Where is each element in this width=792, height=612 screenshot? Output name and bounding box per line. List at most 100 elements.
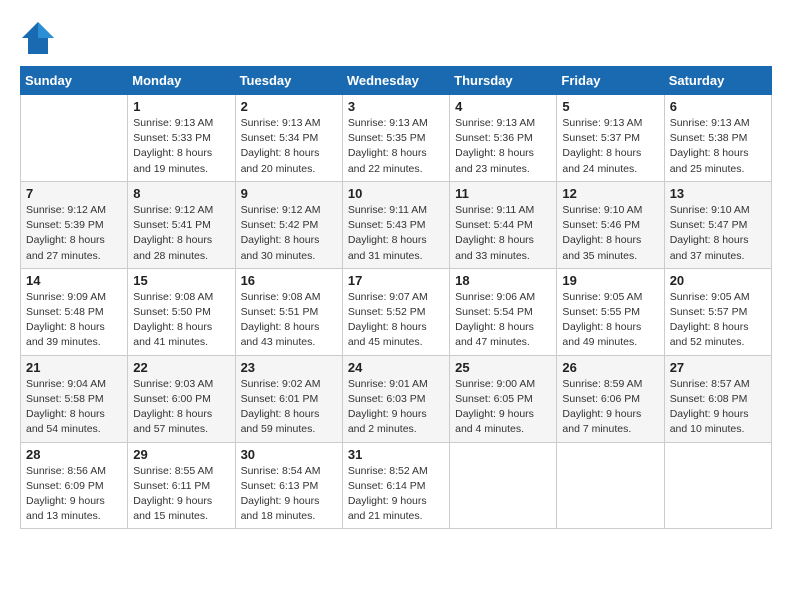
day-number: 16 <box>241 273 337 288</box>
day-number: 20 <box>670 273 766 288</box>
calendar-cell: 13 Sunrise: 9:10 AM Sunset: 5:47 PM Dayli… <box>664 181 771 268</box>
day-number: 18 <box>455 273 551 288</box>
day-info: Sunrise: 9:08 AM Sunset: 5:51 PM Dayligh… <box>241 290 337 351</box>
day-number: 7 <box>26 186 122 201</box>
calendar-cell <box>664 442 771 529</box>
week-row-4: 21 Sunrise: 9:04 AM Sunset: 5:58 PM Dayli… <box>21 355 772 442</box>
day-number: 15 <box>133 273 229 288</box>
weekday-header-saturday: Saturday <box>664 67 771 95</box>
day-info: Sunrise: 9:06 AM Sunset: 5:54 PM Dayligh… <box>455 290 551 351</box>
calendar-table: SundayMondayTuesdayWednesdayThursdayFrid… <box>20 66 772 529</box>
calendar-cell: 21 Sunrise: 9:04 AM Sunset: 5:58 PM Dayli… <box>21 355 128 442</box>
calendar-cell: 24 Sunrise: 9:01 AM Sunset: 6:03 PM Dayli… <box>342 355 449 442</box>
day-info: Sunrise: 9:10 AM Sunset: 5:46 PM Dayligh… <box>562 203 658 264</box>
header-row: SundayMondayTuesdayWednesdayThursdayFrid… <box>21 67 772 95</box>
day-info: Sunrise: 9:13 AM Sunset: 5:33 PM Dayligh… <box>133 116 229 177</box>
day-info: Sunrise: 8:54 AM Sunset: 6:13 PM Dayligh… <box>241 464 337 525</box>
day-info: Sunrise: 9:07 AM Sunset: 5:52 PM Dayligh… <box>348 290 444 351</box>
calendar-cell <box>557 442 664 529</box>
calendar-cell: 5Sunrise: 9:13 AM Sunset: 5:37 PM Daylig… <box>557 95 664 182</box>
header <box>20 20 772 56</box>
day-info: Sunrise: 9:12 AM Sunset: 5:42 PM Dayligh… <box>241 203 337 264</box>
day-number: 10 <box>348 186 444 201</box>
calendar-cell: 30 Sunrise: 8:54 AM Sunset: 6:13 PM Dayli… <box>235 442 342 529</box>
calendar-cell: 8 Sunrise: 9:12 AM Sunset: 5:41 PM Daylig… <box>128 181 235 268</box>
day-number: 12 <box>562 186 658 201</box>
day-info: Sunrise: 9:13 AM Sunset: 5:38 PM Dayligh… <box>670 116 766 177</box>
calendar-cell: 11 Sunrise: 9:11 AM Sunset: 5:44 PM Dayli… <box>450 181 557 268</box>
calendar-cell: 16 Sunrise: 9:08 AM Sunset: 5:51 PM Dayli… <box>235 268 342 355</box>
day-number: 24 <box>348 360 444 375</box>
calendar-cell: 1 Sunrise: 9:13 AM Sunset: 5:33 PM Daylig… <box>128 95 235 182</box>
calendar-cell: 7 Sunrise: 9:12 AM Sunset: 5:39 PM Daylig… <box>21 181 128 268</box>
day-info: Sunrise: 9:02 AM Sunset: 6:01 PM Dayligh… <box>241 377 337 438</box>
calendar-cell: 14 Sunrise: 9:09 AM Sunset: 5:48 PM Dayli… <box>21 268 128 355</box>
calendar-cell: 28 Sunrise: 8:56 AM Sunset: 6:09 PM Dayli… <box>21 442 128 529</box>
week-row-5: 28 Sunrise: 8:56 AM Sunset: 6:09 PM Dayli… <box>21 442 772 529</box>
calendar-cell: 4Sunrise: 9:13 AM Sunset: 5:36 PM Daylig… <box>450 95 557 182</box>
calendar-cell <box>21 95 128 182</box>
calendar-cell: 12 Sunrise: 9:10 AM Sunset: 5:46 PM Dayli… <box>557 181 664 268</box>
day-number: 31 <box>348 447 444 462</box>
calendar-cell: 2 Sunrise: 9:13 AM Sunset: 5:34 PM Daylig… <box>235 95 342 182</box>
calendar-cell: 27Sunrise: 8:57 AM Sunset: 6:08 PM Dayli… <box>664 355 771 442</box>
day-info: Sunrise: 9:11 AM Sunset: 5:43 PM Dayligh… <box>348 203 444 264</box>
weekday-header-wednesday: Wednesday <box>342 67 449 95</box>
day-info: Sunrise: 9:13 AM Sunset: 5:34 PM Dayligh… <box>241 116 337 177</box>
day-info: Sunrise: 9:12 AM Sunset: 5:41 PM Dayligh… <box>133 203 229 264</box>
day-number: 30 <box>241 447 337 462</box>
day-number: 21 <box>26 360 122 375</box>
day-number: 11 <box>455 186 551 201</box>
day-info: Sunrise: 9:04 AM Sunset: 5:58 PM Dayligh… <box>26 377 122 438</box>
day-info: Sunrise: 9:13 AM Sunset: 5:35 PM Dayligh… <box>348 116 444 177</box>
day-info: Sunrise: 8:55 AM Sunset: 6:11 PM Dayligh… <box>133 464 229 525</box>
weekday-header-tuesday: Tuesday <box>235 67 342 95</box>
day-info: Sunrise: 8:59 AM Sunset: 6:06 PM Dayligh… <box>562 377 658 438</box>
day-info: Sunrise: 9:00 AM Sunset: 6:05 PM Dayligh… <box>455 377 551 438</box>
day-number: 17 <box>348 273 444 288</box>
calendar-cell: 9 Sunrise: 9:12 AM Sunset: 5:42 PM Daylig… <box>235 181 342 268</box>
day-number: 6 <box>670 99 766 114</box>
day-number: 22 <box>133 360 229 375</box>
day-info: Sunrise: 9:01 AM Sunset: 6:03 PM Dayligh… <box>348 377 444 438</box>
calendar-cell <box>450 442 557 529</box>
day-info: Sunrise: 9:08 AM Sunset: 5:50 PM Dayligh… <box>133 290 229 351</box>
calendar-cell: 17 Sunrise: 9:07 AM Sunset: 5:52 PM Dayli… <box>342 268 449 355</box>
day-number: 2 <box>241 99 337 114</box>
day-info: Sunrise: 9:03 AM Sunset: 6:00 PM Dayligh… <box>133 377 229 438</box>
day-number: 19 <box>562 273 658 288</box>
calendar-cell: 6 Sunrise: 9:13 AM Sunset: 5:38 PM Daylig… <box>664 95 771 182</box>
day-number: 23 <box>241 360 337 375</box>
day-number: 26 <box>562 360 658 375</box>
day-info: Sunrise: 9:09 AM Sunset: 5:48 PM Dayligh… <box>26 290 122 351</box>
day-info: Sunrise: 9:10 AM Sunset: 5:47 PM Dayligh… <box>670 203 766 264</box>
day-number: 8 <box>133 186 229 201</box>
day-number: 27 <box>670 360 766 375</box>
calendar-cell: 23 Sunrise: 9:02 AM Sunset: 6:01 PM Dayli… <box>235 355 342 442</box>
day-info: Sunrise: 8:56 AM Sunset: 6:09 PM Dayligh… <box>26 464 122 525</box>
day-number: 13 <box>670 186 766 201</box>
weekday-header-monday: Monday <box>128 67 235 95</box>
calendar-cell: 31 Sunrise: 8:52 AM Sunset: 6:14 PM Dayli… <box>342 442 449 529</box>
calendar-cell: 26 Sunrise: 8:59 AM Sunset: 6:06 PM Dayli… <box>557 355 664 442</box>
calendar-cell: 18 Sunrise: 9:06 AM Sunset: 5:54 PM Dayli… <box>450 268 557 355</box>
weekday-header-friday: Friday <box>557 67 664 95</box>
calendar-cell: 19Sunrise: 9:05 AM Sunset: 5:55 PM Dayli… <box>557 268 664 355</box>
logo-icon <box>20 20 56 56</box>
day-number: 3 <box>348 99 444 114</box>
day-number: 14 <box>26 273 122 288</box>
week-row-1: 1 Sunrise: 9:13 AM Sunset: 5:33 PM Daylig… <box>21 95 772 182</box>
day-number: 5 <box>562 99 658 114</box>
week-row-3: 14 Sunrise: 9:09 AM Sunset: 5:48 PM Dayli… <box>21 268 772 355</box>
day-info: Sunrise: 9:12 AM Sunset: 5:39 PM Dayligh… <box>26 203 122 264</box>
day-number: 29 <box>133 447 229 462</box>
calendar-cell: 25Sunrise: 9:00 AM Sunset: 6:05 PM Dayli… <box>450 355 557 442</box>
day-number: 28 <box>26 447 122 462</box>
day-info: Sunrise: 9:11 AM Sunset: 5:44 PM Dayligh… <box>455 203 551 264</box>
weekday-header-thursday: Thursday <box>450 67 557 95</box>
calendar-cell: 29 Sunrise: 8:55 AM Sunset: 6:11 PM Dayli… <box>128 442 235 529</box>
day-number: 4 <box>455 99 551 114</box>
day-info: Sunrise: 8:52 AM Sunset: 6:14 PM Dayligh… <box>348 464 444 525</box>
day-number: 9 <box>241 186 337 201</box>
day-number: 1 <box>133 99 229 114</box>
